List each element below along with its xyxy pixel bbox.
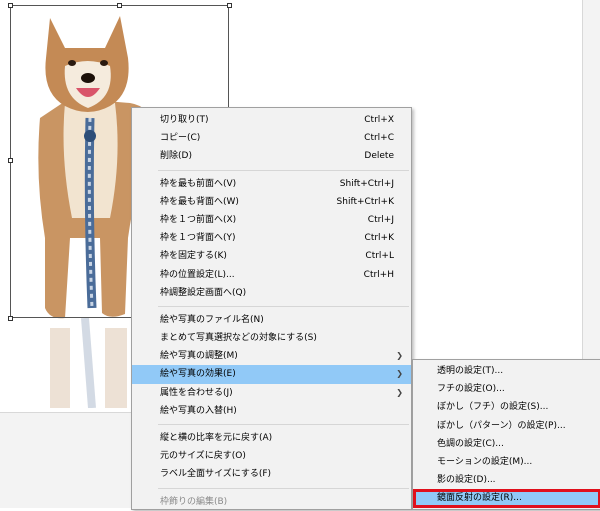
menu-item-edit-frame-decoration: 枠飾りの編集(B) — [160, 496, 228, 507]
menu-item-delete[interactable]: 削除(D) Delete — [132, 147, 411, 165]
menu-item-image-effects[interactable]: 絵や写真の効果(E) ❯ — [132, 365, 411, 384]
menu-item-restore-aspect-ratio[interactable]: 縦と横の比率を元に戻す(A) — [132, 429, 411, 447]
menu-item-match-attributes[interactable]: 属性を合わせる(J) ❯ — [132, 384, 411, 402]
submenu-item-color-tone[interactable]: 色調の設定(C)... — [413, 435, 600, 453]
menu-item-image-filename[interactable]: 絵や写真のファイル名(N) — [132, 311, 411, 329]
menu-item-cut[interactable]: 切り取り(T) Ctrl+X — [132, 111, 411, 129]
menu-separator — [158, 169, 409, 171]
submenu-item-motion[interactable]: モーションの設定(M)... — [413, 453, 600, 471]
submenu-item-blur-pattern[interactable]: ぼかし（パターン）の設定(P)... — [413, 417, 600, 435]
resize-handle-bottom-left[interactable] — [8, 316, 13, 321]
resize-handle-top-right[interactable] — [227, 3, 232, 8]
menu-item-full-label-size[interactable]: ラベル全面サイズにする(F) — [132, 465, 411, 483]
menu-separator — [158, 305, 409, 307]
menu-item-restore-original-size[interactable]: 元のサイズに戻す(O) — [132, 447, 411, 465]
resize-handle-top-left[interactable] — [8, 3, 13, 8]
menu-item-batch-select-target[interactable]: まとめて写真選択などの対象にする(S) — [132, 329, 411, 347]
menu-item-replace-image[interactable]: 絵や写真の入替(H) — [132, 402, 411, 420]
menu-item-send-backward[interactable]: 枠を１つ背面へ(Y) Ctrl+K — [132, 229, 411, 247]
menu-item-bring-to-front[interactable]: 枠を最も前面へ(V) Shift+Ctrl+J — [132, 175, 411, 193]
submenu-item-blur-edge[interactable]: ぼかし（フチ）の設定(S)... — [413, 398, 600, 416]
menu-item-frame-position[interactable]: 枠の位置設定(L)... Ctrl+H — [132, 266, 411, 284]
submenu-item-shadow[interactable]: 影の設定(D)... — [413, 471, 600, 489]
menu-item-copy[interactable]: コピー(C) Ctrl+C — [132, 129, 411, 147]
menu-item-bring-forward[interactable]: 枠を１つ前面へ(X) Ctrl+J — [132, 211, 411, 229]
menu-item-lock-frame[interactable]: 枠を固定する(K) Ctrl+L — [132, 247, 411, 265]
submenu-arrow-icon: ❯ — [396, 369, 403, 379]
resize-handle-left[interactable] — [8, 158, 13, 163]
menu-item-frame-adjust-screen[interactable]: 枠調整設定画面へ(Q) — [132, 284, 411, 302]
submenu-item-border[interactable]: フチの設定(O)... — [413, 380, 600, 398]
submenu-arrow-icon: ❯ — [396, 387, 403, 397]
submenu-item-transparency[interactable]: 透明の設定(T)... — [413, 362, 600, 380]
effects-submenu: 透明の設定(T)... フチの設定(O)... ぼかし（フチ）の設定(S)...… — [412, 359, 600, 510]
menu-separator — [158, 487, 409, 489]
menu-separator — [158, 424, 409, 425]
context-menu: 切り取り(T) Ctrl+X コピー(C) Ctrl+C 削除(D) Delete 枠… — [131, 107, 412, 510]
menu-item-image-adjust[interactable]: 絵や写真の調整(M) ❯ — [132, 347, 411, 365]
menu-item-send-to-back[interactable]: 枠を最も背面へ(W) Shift+Ctrl+K — [132, 193, 411, 211]
submenu-arrow-icon: ❯ — [396, 351, 403, 361]
resize-handle-top[interactable] — [117, 3, 122, 8]
submenu-item-mirror-reflection[interactable]: 鏡面反射の設定(R)... — [413, 489, 600, 508]
